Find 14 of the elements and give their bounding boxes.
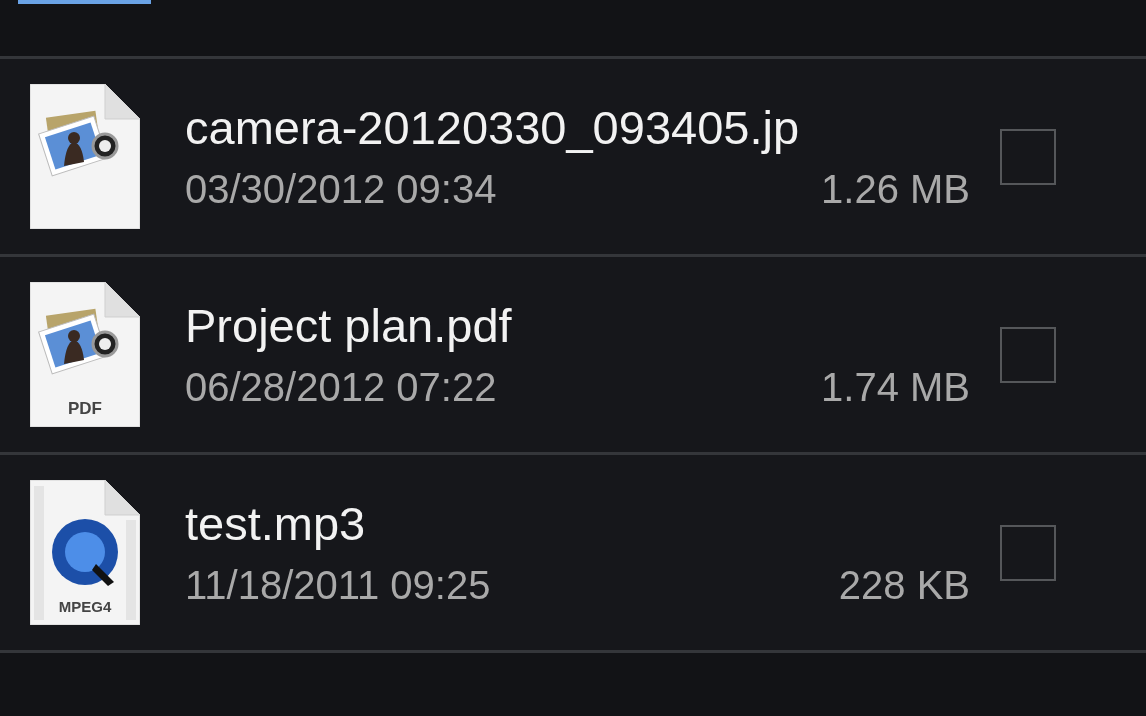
checkbox[interactable] [1000, 128, 1056, 185]
file-type-label: MPEG4 [57, 598, 113, 615]
file-size: 1.26 MB [821, 167, 970, 212]
file-size: 1.74 MB [821, 365, 970, 410]
file-name: camera-20120330_093405.jp [185, 101, 801, 154]
file-size: 228 KB [838, 563, 970, 608]
checkbox[interactable] [1000, 326, 1056, 383]
file-date: 03/30/2012 09:34 [185, 167, 497, 212]
file-date: 11/18/2011 09:25 [185, 563, 491, 608]
checkbox[interactable] [1000, 524, 1056, 581]
file-name: Project plan.pdf [185, 299, 513, 352]
file-name: test.mp3 [185, 497, 367, 550]
file-date: 06/28/2012 07:22 [185, 365, 497, 410]
file-type-label: PDF [67, 399, 103, 419]
